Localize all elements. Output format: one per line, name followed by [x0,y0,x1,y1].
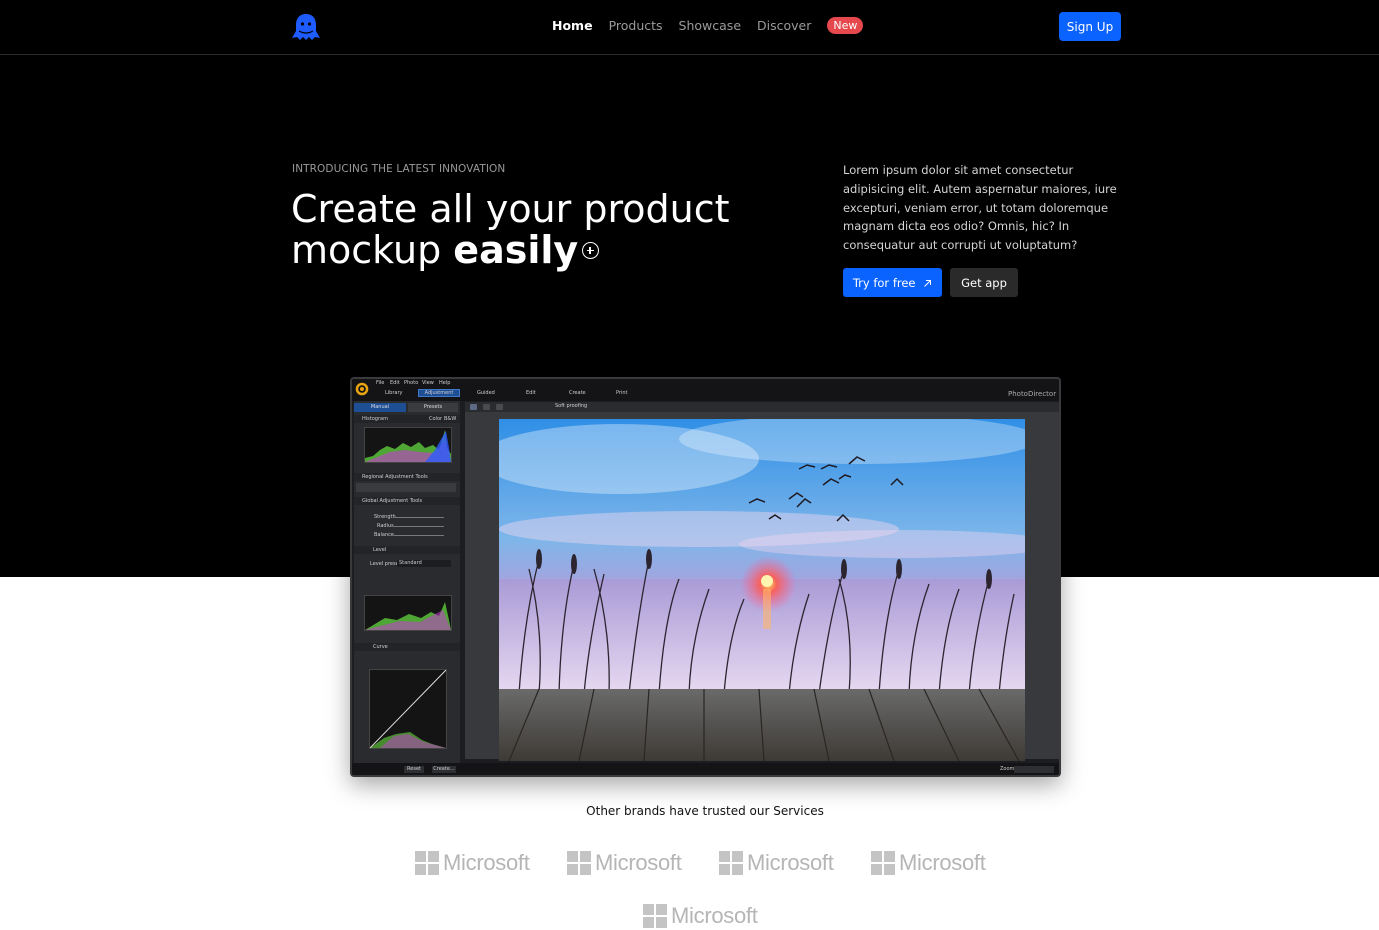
headline-emphasis: easily [453,228,579,272]
microsoft-logo-icon [643,904,667,928]
section-histogram: Histogram [362,416,388,422]
histogram-section: Histogram Color B&W [354,415,460,423]
mockup-bottom-bar: Reset Create... Zoom [352,763,1059,775]
headline-line-1: Create all your product [291,187,730,231]
app-screenshot-mockup: File Edit Photo View Help Library Adjust… [350,377,1061,777]
try-button-label: Try for free [852,275,916,290]
level-preset-select[interactable]: Standard [397,560,451,567]
histogram-bw: B&W [444,416,457,422]
curve-section: Curve [354,643,460,651]
top-navbar: Home Products Showcase Discover New Sign… [0,0,1379,55]
tab-presets: Presets [408,403,458,412]
module-print: Print [616,390,628,396]
section-regional-tools: Regional Adjustment Tools [362,474,428,480]
module-edit: Edit [526,390,536,396]
brand-name-4: Microsoft [899,850,986,875]
main-nav: Home Products Showcase Discover New [552,17,864,34]
soft-proofing-label: Soft proofing [555,403,588,409]
brand-logo-5: Microsoft [643,903,758,929]
zoom-select[interactable] [1014,766,1054,773]
ghost-logo-icon[interactable] [291,13,321,41]
slider-radius: Radius [377,523,394,529]
level-histogram-graph [365,602,451,630]
module-adjustment: Adjustment [418,389,460,397]
arrow-up-right-icon [924,279,932,287]
slider-balance: Balance [374,532,394,538]
try-for-free-button[interactable]: Try for free [843,268,942,297]
brand-name-3: Microsoft [747,850,834,875]
level-section: Level [354,546,460,554]
regional-tools-section: Regional Adjustment Tools [354,473,460,481]
toolbar-view-icon[interactable] [483,404,490,410]
nav-link-products[interactable]: Products [609,18,663,33]
brand-name-5: Microsoft [671,903,758,928]
brand-name-1: Microsoft [443,850,530,875]
microsoft-logo-icon [871,851,895,875]
radius-slider-track[interactable] [394,526,444,527]
histogram-graph [365,430,451,462]
app-logo-icon [355,382,369,396]
brand-logo-3: Microsoft [719,850,834,876]
strength-slider-track[interactable] [394,517,444,518]
section-global-tools: Global Adjustment Tools [362,498,423,504]
hero-headline: Create all your product mockup easily [291,189,771,271]
menu-file: File [376,380,385,386]
toolbar-compare-icon[interactable] [470,404,477,410]
brand-logo-4: Microsoft [871,850,986,876]
microsoft-logo-icon [415,851,439,875]
brand-name-2: Microsoft [595,850,682,875]
mockup-title-bar: File Edit Photo View Help Library Adjust… [352,379,1059,401]
nav-link-home[interactable]: Home [552,18,593,33]
get-app-button[interactable]: Get app [950,268,1018,297]
app-name: PhotoDirector [1008,390,1057,398]
menu-view: View [422,380,434,386]
headline-line-2: mockup [291,228,442,272]
brand-logo-1: Microsoft [415,850,530,876]
trusted-brands-tagline: Other brands have trusted our Services [586,804,824,818]
menu-photo: Photo [404,380,419,386]
tab-manual: Manual [354,403,406,412]
regional-tools-row [356,483,456,492]
histogram-chart [364,427,452,463]
nav-link-discover[interactable]: Discover [757,18,811,33]
toolbar-grid-icon[interactable] [496,404,503,410]
slider-strength: Strength [374,514,396,520]
hero-eyebrow: INTRODUCING THE LATEST INNOVATION [292,163,506,175]
microsoft-logo-icon [719,851,743,875]
histogram-color: Color [429,416,443,422]
sunset-photo [499,419,1025,761]
curve-graph [369,669,447,749]
reset-button[interactable]: Reset [404,766,424,773]
hero-description: Lorem ipsum dolor sit amet consectetur a… [843,163,1117,253]
curve-chart[interactable] [369,669,447,749]
section-curve: Curve [373,644,388,650]
global-tools-section: Global Adjustment Tools [354,497,460,505]
module-library: Library [385,390,403,396]
section-level: Level [373,547,387,553]
brand-logo-2: Microsoft [567,850,682,876]
nav-link-showcase[interactable]: Showcase [679,18,741,33]
adjustment-panel: Manual Presets Histogram Color B&W Regio… [354,401,460,773]
zoom-label: Zoom [1000,766,1015,772]
module-guided: Guided [477,390,495,396]
canvas-toolbar: Soft proofing [465,402,1059,412]
module-create: Create [569,390,586,396]
microsoft-logo-icon [567,851,591,875]
create-button[interactable]: Create... [432,766,456,773]
sign-up-button[interactable]: Sign Up [1059,12,1121,41]
menu-help: Help [439,380,451,386]
plus-circle-icon [582,242,600,259]
level-histogram [364,595,452,631]
new-badge[interactable]: New [827,17,864,34]
menu-edit: Edit [390,380,400,386]
balance-slider-track[interactable] [394,535,444,536]
